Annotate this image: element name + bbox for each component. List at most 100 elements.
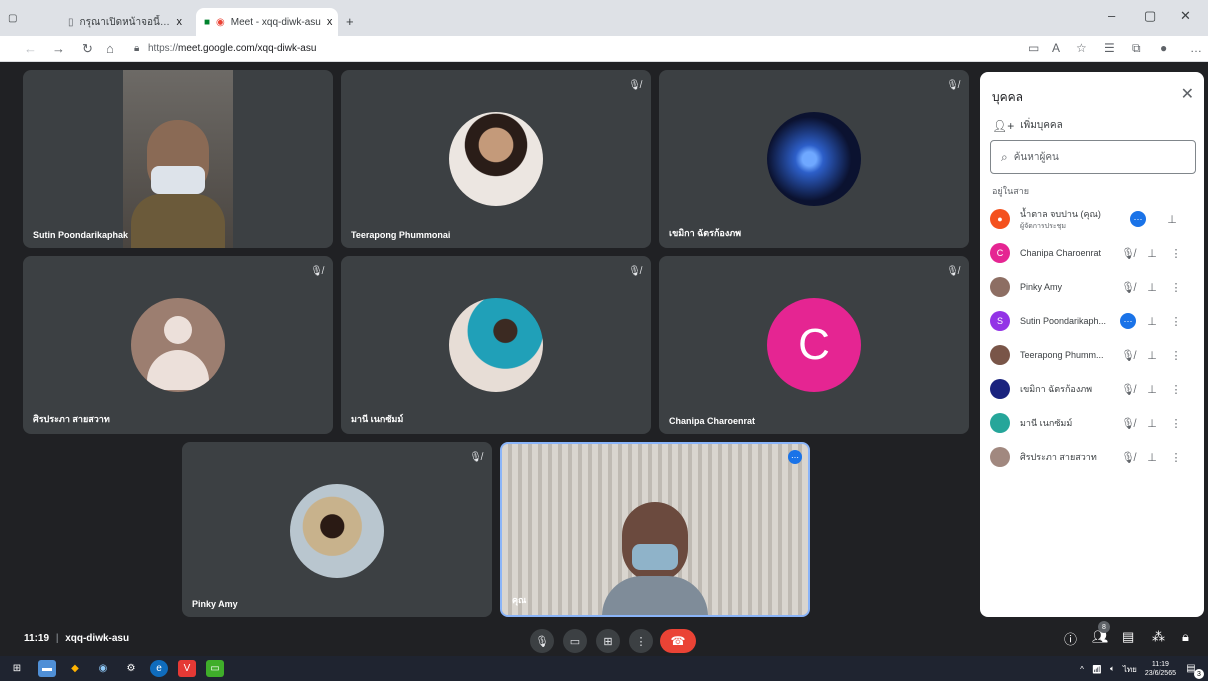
avatar [990,345,1010,365]
more-options-icon[interactable]: ⋯ [1126,211,1150,227]
settings-icon[interactable]: ⚙ [122,660,140,677]
chat-icon[interactable]: ▤ [1122,629,1134,645]
close-window-icon[interactable]: ✕ [1180,8,1191,24]
chevron-up-icon[interactable]: ^ [1080,665,1084,674]
participant-row[interactable]: C Chanipa Charoenrat 🎙︎̸ ⊥ ⋮ [990,236,1196,270]
more-vert-icon[interactable]: ⋮ [1164,383,1188,396]
pin-icon[interactable]: ⊥ [1140,417,1164,430]
collections-icon[interactable]: ⧉ [1132,41,1141,56]
desktop-icon[interactable]: ▬ [38,660,56,677]
avatar [990,379,1010,399]
more-options-button[interactable]: ⋮ [629,629,653,653]
self-tile[interactable]: ⋯ คุณ [500,442,810,617]
mic-button[interactable]: 🎙︎ [530,629,554,653]
participant-tile[interactable]: 🎙︎̸ ศิรประภา สายสวาท [23,256,333,434]
tab-actions-icon[interactable]: ▢ [8,13,17,24]
search-placeholder: ค้นหาผู้คน [1013,151,1059,163]
clock-time: 11:19 [1151,661,1169,668]
participant-row[interactable]: Teerapong Phumm... 🎙︎̸ ⊥ ⋮ [990,338,1196,372]
line-icon[interactable]: ▭ [206,660,224,677]
address-bar-row: ← → ↻ ⌂ 🔒︎ https://meet.google.com/xqq-d… [0,36,1208,62]
more-vert-icon[interactable]: ⋮ [1164,281,1188,294]
close-icon[interactable]: x [327,16,333,28]
close-icon[interactable]: ✕ [1181,84,1194,104]
minimize-icon[interactable]: – [1108,8,1115,23]
clock[interactable]: 11:19 23/6/2565 [1145,660,1176,678]
refresh-icon[interactable]: ↻ [82,41,93,57]
avatar: ● [990,209,1010,229]
more-vert-icon[interactable]: ⋮ [1164,349,1188,362]
close-icon[interactable]: x [177,16,183,28]
participant-name: มานี เนกซัมม์ [1020,418,1073,428]
read-aloud-icon[interactable]: A [1052,41,1060,55]
participant-row[interactable]: S Sutin Poondarikaph... ⋯ ⊥ ⋮ [990,304,1196,338]
participant-tile[interactable]: 🎙︎̸ Pinky Amy [182,442,492,617]
language-indicator[interactable]: ไทย [1123,663,1137,676]
avatar [990,447,1010,467]
participant-row[interactable]: เขมิกา ฉัตรก้องภพ 🎙︎̸ ⊥ ⋮ [990,372,1196,406]
add-people-button[interactable]: 👤︎+ เพิ่มบุคคล [992,118,1063,133]
mic-off-icon: 🎙︎̸ [469,452,482,463]
end-call-button[interactable]: ☎︎ [660,629,696,653]
network-icon[interactable]: 📶︎ [1092,665,1102,674]
start-icon[interactable]: ⊞ [8,660,26,677]
present-button[interactable]: ⊞ [596,629,620,653]
mic-off-icon: 🎙︎̸ [1121,451,1135,464]
volume-icon[interactable]: 🔈︎ [1110,664,1115,674]
forward-icon[interactable]: → [52,41,65,56]
pin-icon[interactable]: ⊥ [1160,213,1184,226]
info-icon[interactable]: ⓘ [1064,629,1077,648]
edge-icon[interactable]: e [150,660,168,677]
participant-row[interactable]: Pinky Amy 🎙︎̸ ⊥ ⋮ [990,270,1196,304]
app-icon[interactable]: ◉ [94,660,112,677]
favorite-icon[interactable]: ☆ [1076,41,1087,55]
participant-tile[interactable]: 🎙︎̸ Teerapong Phummonai [341,70,651,248]
reader-icon[interactable]: ▭ [1028,41,1039,55]
participant-tile[interactable]: 🎙︎̸ มานี เนกซัมม์ [341,256,651,434]
participant-tile[interactable]: 🎙︎̸ เขมิกา ฉัตรก้องภพ [659,70,969,248]
pin-icon[interactable]: ⊥ [1140,247,1164,260]
pin-icon[interactable]: ⊥ [1140,383,1164,396]
back-icon[interactable]: ← [24,41,37,56]
pin-icon[interactable]: ⊥ [1140,315,1164,328]
more-icon[interactable]: … [1190,41,1202,55]
url-field[interactable]: https://meet.google.com/xqq-diwk-asu [148,43,316,54]
app-icon[interactable]: V [178,660,196,677]
more-vert-icon[interactable]: ⋮ [1164,417,1188,430]
participant-row[interactable]: ศิรประภา สายสวาท 🎙︎̸ ⊥ ⋮ [990,440,1196,474]
search-input[interactable]: ⌕ ค้นหาผู้คน [990,140,1196,174]
participant-name: Chanipa Charoenrat [669,416,756,426]
more-vert-icon[interactable]: ⋮ [1164,315,1188,328]
more-vert-icon[interactable]: ⋮ [1164,451,1188,464]
participant-tile[interactable]: Sutin Poondarikaphak [23,70,333,248]
more-options-icon[interactable]: ⋯ [788,450,802,464]
pin-icon[interactable]: ⊥ [1140,281,1164,294]
pin-icon[interactable]: ⊥ [1140,451,1164,464]
people-icon[interactable]: 👥︎ 8 [1092,621,1110,645]
pin-icon[interactable]: ⊥ [1140,349,1164,362]
people-panel: บุคคล ✕ 👤︎+ เพิ่มบุคคล ⌕ ค้นหาผู้คน อยู่… [980,72,1204,617]
maximize-icon[interactable]: ▢ [1144,8,1156,24]
more-vert-icon[interactable]: ⋮ [1164,247,1188,260]
tab-inactive[interactable]: ▯ กรุณาเปิดหน้าจอนี้ก่อนใช้งาน Inte x [60,8,190,36]
participant-name: Sutin Poondarikaph... [1020,316,1107,326]
participant-name: Chanipa Charoenrat [1020,248,1102,258]
more-options-icon[interactable]: ⋯ [1116,313,1140,329]
participant-row[interactable]: มานี เนกซัมม์ 🎙︎̸ ⊥ ⋮ [990,406,1196,440]
favorites-bar-icon[interactable]: ☰ [1104,41,1115,55]
host-controls-icon[interactable]: 🔒︎ [1182,629,1189,645]
notifications-icon[interactable]: ▤ 3 [1182,660,1204,679]
participant-name: Pinky Amy [1020,282,1063,292]
activities-icon[interactable]: ⁂ [1152,629,1165,645]
participant-row[interactable]: ● น้ำตาล จบปาน (คุณ) ผู้จัดการประชุม ⋯ ⊥ [990,202,1196,236]
participant-tile[interactable]: 🎙︎̸ C Chanipa Charoenrat [659,256,969,434]
tab-active[interactable]: ■ ◉ Meet - xqq-diwk-asu x [196,8,338,36]
home-icon[interactable]: ⌂ [106,41,114,56]
new-tab-button[interactable]: + [346,14,354,29]
camera-button[interactable]: ▭ [563,629,587,653]
avatar [990,413,1010,433]
app-icon[interactable]: ◆ [66,660,84,677]
url-scheme: https:// [148,43,179,54]
profile-icon[interactable]: ● [1160,41,1167,55]
mic-off-icon: 🎙︎̸ [1121,417,1135,430]
